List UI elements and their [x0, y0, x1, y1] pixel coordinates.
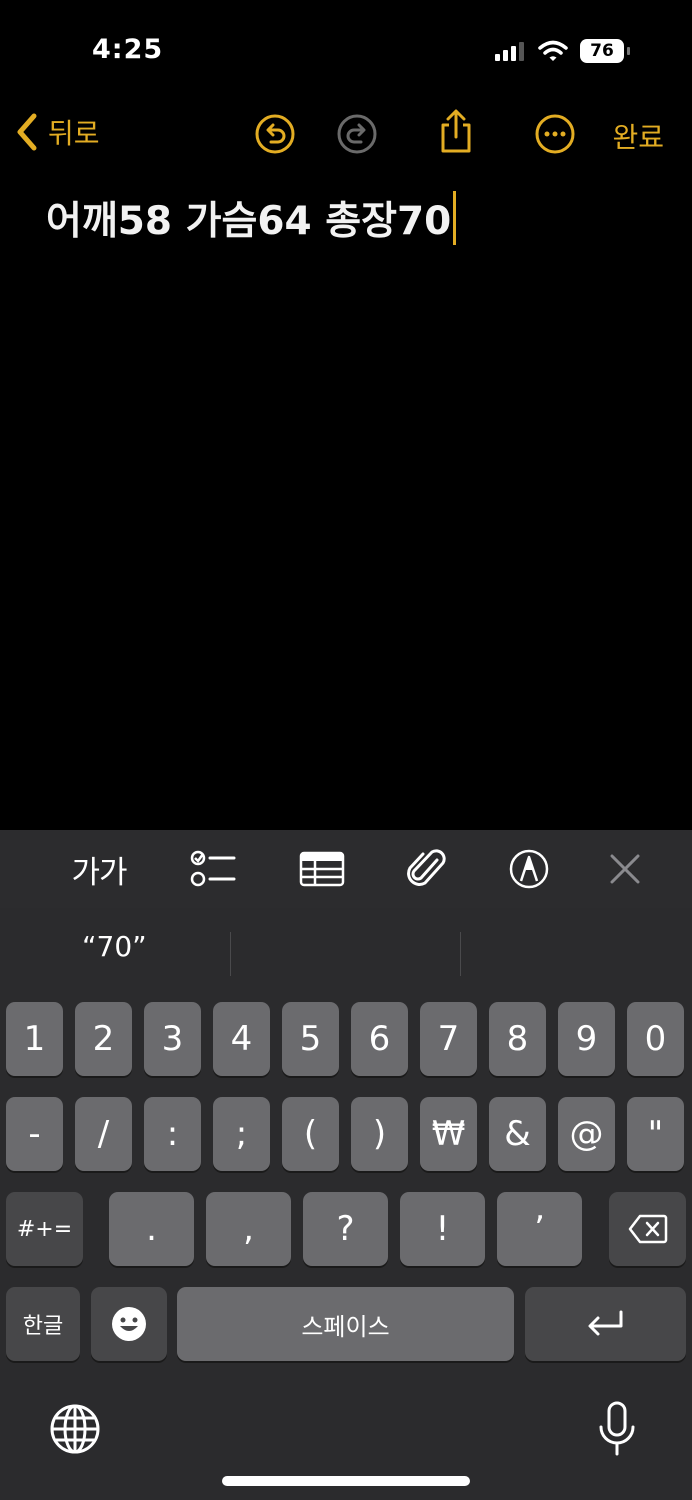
return-key[interactable] [525, 1287, 686, 1361]
emoji-key[interactable] [91, 1287, 167, 1361]
table-icon [299, 851, 345, 887]
hangul-mode-key[interactable]: 한글 [6, 1287, 80, 1361]
backspace-icon [628, 1214, 667, 1244]
done-button[interactable]: 완료 [612, 116, 664, 156]
status-icons: 76 [494, 36, 630, 66]
note-text-area[interactable]: 어깨58 가슴64 총장70 [46, 190, 457, 246]
microphone-icon [599, 1401, 635, 1456]
ellipsis-circle-icon [535, 114, 575, 154]
globe-icon [50, 1404, 100, 1454]
suggestion-divider [460, 932, 461, 976]
key-7[interactable]: 7 [420, 1002, 477, 1076]
checklist-button[interactable] [186, 830, 240, 908]
key-at[interactable]: @ [558, 1097, 615, 1171]
key-2[interactable]: 2 [75, 1002, 132, 1076]
key-open-paren[interactable]: ( [282, 1097, 339, 1171]
key-4[interactable]: 4 [213, 1002, 270, 1076]
key-8[interactable]: 8 [489, 1002, 546, 1076]
home-indicator [222, 1476, 470, 1486]
share-button[interactable] [434, 109, 478, 154]
key-close-paren[interactable]: ) [351, 1097, 408, 1171]
symbols-toggle-key[interactable]: #+= [6, 1192, 83, 1266]
emoji-icon [112, 1307, 146, 1341]
markup-button[interactable] [506, 830, 552, 908]
checklist-icon [190, 850, 236, 887]
delete-key[interactable] [609, 1192, 686, 1266]
note-text: 어깨58 가슴64 총장70 [46, 199, 452, 244]
back-label: 뒤로 [48, 117, 100, 150]
undo-icon [255, 114, 295, 154]
key-period[interactable]: . [109, 1192, 194, 1266]
key-5[interactable]: 5 [282, 1002, 339, 1076]
key-comma[interactable]: , [206, 1192, 291, 1266]
return-icon [588, 1310, 622, 1336]
close-icon [610, 854, 640, 884]
cellular-signal-icon [495, 42, 524, 61]
key-apostrophe[interactable]: ’ [497, 1192, 582, 1266]
status-time: 4:25 [92, 34, 164, 65]
dictation-button[interactable] [596, 1400, 638, 1458]
text-cursor [453, 191, 457, 245]
suggestion-bar: “70” [0, 908, 692, 1002]
key-question[interactable]: ? [303, 1192, 388, 1266]
key-0[interactable]: 0 [627, 1002, 684, 1076]
key-6[interactable]: 6 [351, 1002, 408, 1076]
more-options-button[interactable] [533, 112, 577, 156]
formatting-toolbar: 가가 [0, 830, 692, 908]
key-won[interactable]: ₩ [420, 1097, 477, 1171]
key-9[interactable]: 9 [558, 1002, 615, 1076]
key-colon[interactable]: : [144, 1097, 201, 1171]
key-3[interactable]: 3 [144, 1002, 201, 1076]
globe-button[interactable] [48, 1402, 102, 1456]
key-exclamation[interactable]: ! [400, 1192, 485, 1266]
redo-icon [337, 114, 377, 154]
markup-pen-icon [509, 849, 549, 889]
undo-button[interactable] [253, 112, 297, 156]
suggestion-item[interactable]: “70” [82, 930, 147, 963]
share-icon [441, 109, 471, 153]
wifi-icon [538, 40, 568, 61]
attachment-button[interactable] [404, 830, 450, 908]
redo-button[interactable] [335, 112, 379, 156]
back-button[interactable]: 뒤로 [14, 112, 100, 152]
table-button[interactable] [296, 830, 348, 908]
chevron-left-icon [17, 113, 37, 151]
space-key[interactable]: 스페이스 [177, 1287, 514, 1361]
keyboard: “70” 1 2 3 4 5 6 7 8 9 0 - / : ; ( ) ₩ &… [0, 908, 692, 1500]
paperclip-icon [407, 849, 446, 886]
suggestion-divider [230, 932, 231, 976]
battery-indicator: 76 [580, 39, 630, 63]
close-toolbar-button[interactable] [604, 830, 646, 908]
key-hyphen[interactable]: - [6, 1097, 63, 1171]
key-1[interactable]: 1 [6, 1002, 63, 1076]
key-ampersand[interactable]: & [489, 1097, 546, 1171]
text-style-button[interactable]: 가가 [64, 830, 134, 908]
key-quote[interactable]: " [627, 1097, 684, 1171]
key-semicolon[interactable]: ; [213, 1097, 270, 1171]
key-slash[interactable]: / [75, 1097, 132, 1171]
